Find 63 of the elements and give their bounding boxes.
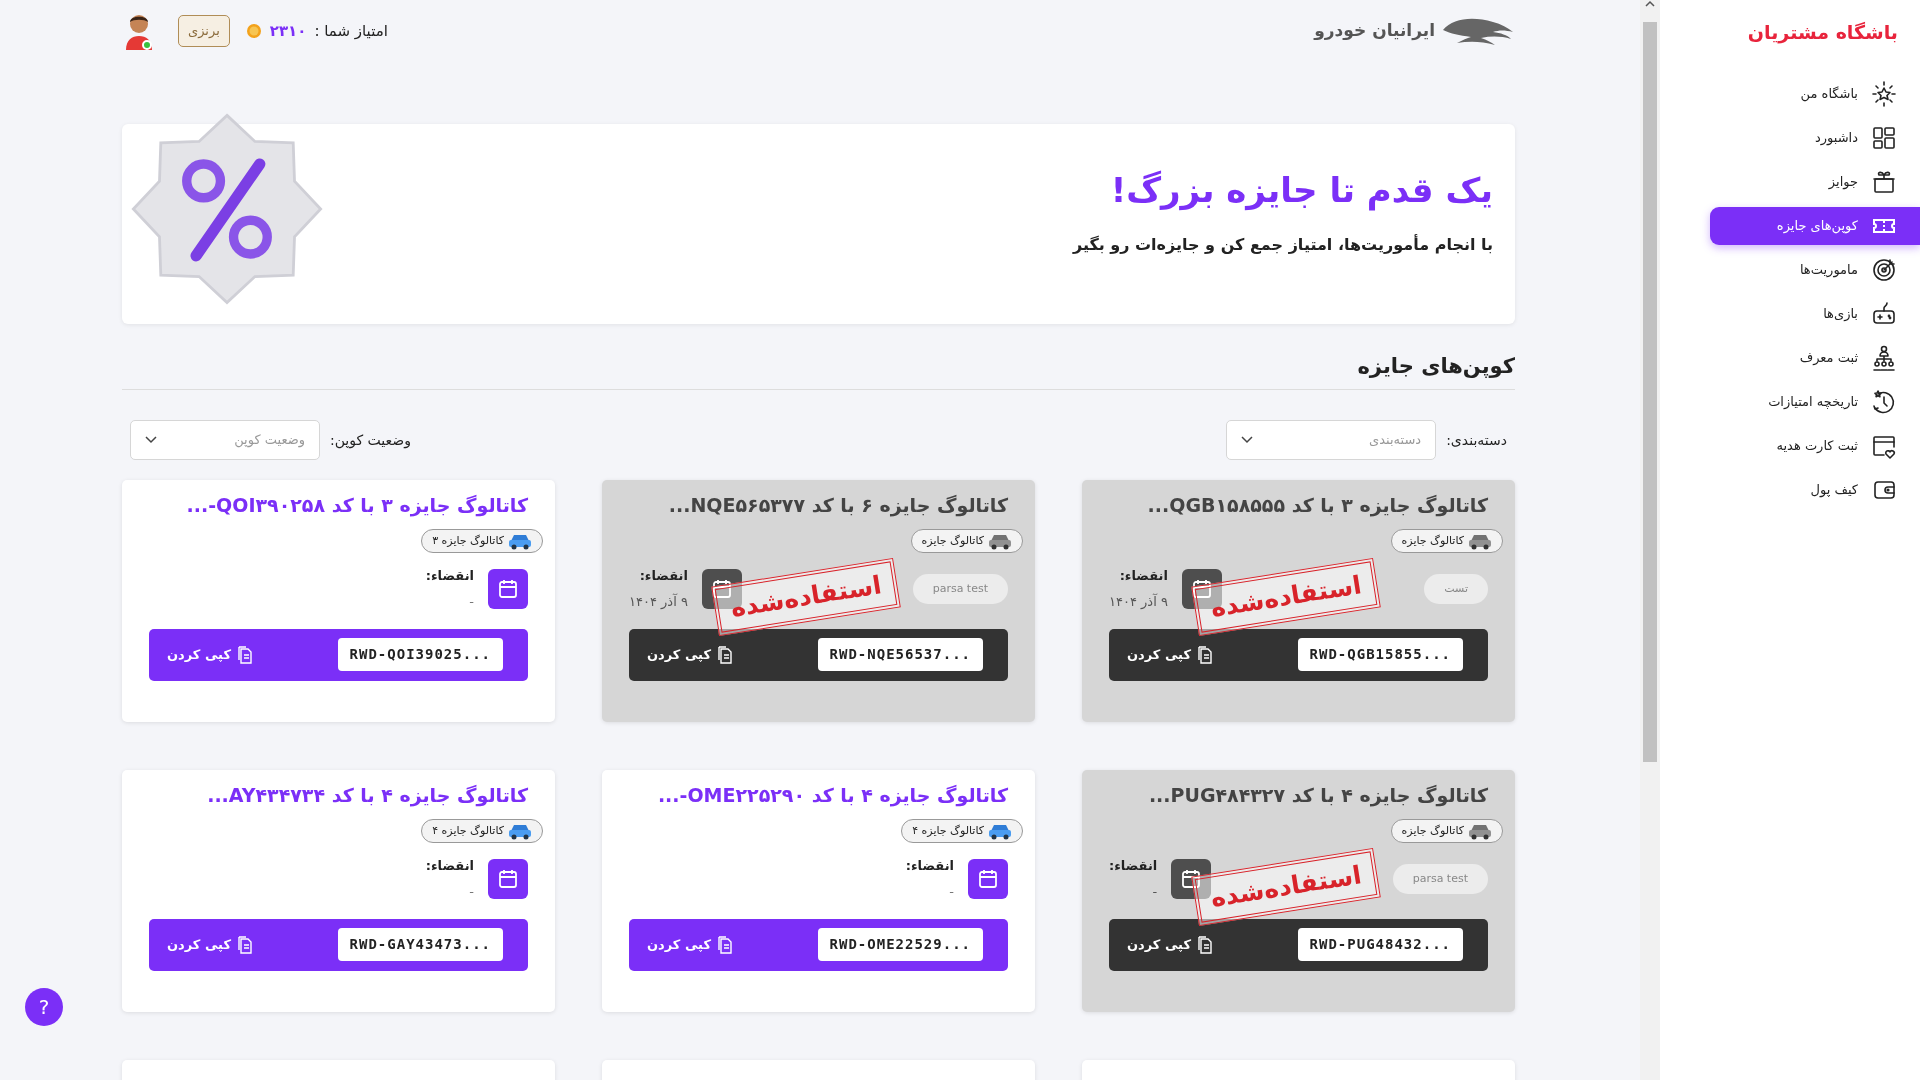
used-stamp: استفاده‌شده	[1191, 848, 1381, 926]
coupon-code: RWD-NQE56537...	[817, 638, 983, 672]
sidebar-item[interactable]: کیف پول	[1710, 470, 1920, 509]
sidebar-item[interactable]: بازی‌ها	[1710, 294, 1920, 333]
copy-button[interactable]: کپی کردن	[1123, 641, 1217, 669]
sidebar-item[interactable]: ثبت کارت هدیه	[1710, 426, 1920, 465]
used-stamp: استفاده‌شده	[1191, 558, 1381, 636]
expiry-label: انقضاء:	[1109, 857, 1158, 876]
level-badge: برنزی	[178, 15, 230, 47]
coupon-title: کاتالوگ جایزه ۳ با کد QGB۱۵۸۵۵۵...	[1146, 494, 1488, 517]
expiry-label: انقضاء:	[425, 857, 474, 876]
expiry-label: انقضاء:	[638, 567, 688, 586]
copy-button[interactable]: کپی کردن	[1123, 931, 1217, 959]
expiry-value: -	[468, 883, 474, 901]
coupon-title: کاتالوگ جایزه ۳ با کد QOI۳۹۰۲۵۸-...	[185, 494, 528, 517]
coupon-title: کاتالوگ جایزه ۴ با کد OME۲۲۵۲۹۰-...	[656, 784, 1008, 807]
sidebar-item[interactable]: باشگاه من	[1710, 74, 1920, 113]
copy-button[interactable]: کپی کردن	[643, 931, 737, 959]
score-value: ۲۳۱۰	[269, 20, 307, 42]
sidebar-item[interactable]: تاریخچه امتیازات	[1710, 382, 1920, 421]
copy-button[interactable]: کپی کردن	[163, 641, 257, 669]
filter-label: وضعیت کوپن:	[330, 430, 411, 451]
banner-subtitle: با انجام مأموریت‌ها، امتیاز جمع کن و جایزه‌ات رو بگیر	[1072, 233, 1493, 256]
copy-button[interactable]: کپی کردن	[643, 641, 737, 669]
coupon-title: کاتالوگ جایزه ۴ با کد AY۴۳۴۷۳۴...	[206, 784, 528, 807]
tag-label: parsa test	[912, 573, 1008, 605]
help-button[interactable]: ?	[25, 988, 63, 1026]
expiry-value: ۹ آذر ۱۴۰۴	[629, 592, 688, 611]
chip-label: کاتالوگ جایزه ۳	[432, 532, 504, 549]
chip-label: کاتالوگ جایزه	[1401, 532, 1464, 549]
section-title: کوپن‌های جایزه	[122, 354, 1515, 391]
expiry-label: انقضاء:	[1118, 567, 1168, 586]
sidebar-item[interactable]: کوپن‌های جایزه	[1710, 206, 1920, 245]
banner-title: یک قدم تا جایزه بزرگ!	[1109, 170, 1493, 211]
tag-label: parsa test	[1392, 863, 1488, 895]
coupon-code: RWD-OME22529...	[817, 928, 983, 962]
filter-label: دسته‌بندی:	[1446, 430, 1507, 450]
chip-label: کاتالوگ جایزه ۴	[912, 822, 984, 839]
expiry-value: -	[468, 593, 474, 611]
coupon-code: RWD-QGB15855...	[1297, 638, 1463, 672]
sidebar-item[interactable]: ماموریت‌ها	[1710, 250, 1920, 289]
expiry-value: -	[948, 883, 954, 901]
tag-label: تست	[1424, 573, 1488, 605]
chip-label: کاتالوگ جایزه	[1401, 822, 1464, 839]
expiry-label: انقضاء:	[905, 857, 954, 876]
coupon-code: RWD-QOI39025...	[337, 638, 503, 672]
sidebar-item[interactable]: داشبورد	[1710, 118, 1920, 157]
sidebar-item[interactable]: ثبت معرف	[1710, 338, 1920, 377]
expiry-value: -	[1151, 883, 1158, 901]
coupon-title: کاتالوگ جایزه ۴ با کد PUG۴۸۴۳۲۷...	[1147, 784, 1488, 807]
coupon-title: کاتالوگ جایزه ۶ با کد NQE۵۶۵۳۷۷...	[667, 494, 1008, 517]
coupon-code: RWD-PUG48432...	[1297, 928, 1463, 962]
coupon-code: RWD-GAY43473...	[337, 928, 503, 962]
expiry-label: انقضاء:	[425, 567, 474, 586]
sidebar-title: باشگاه مشتریان	[1746, 20, 1899, 46]
copy-button[interactable]: کپی کردن	[163, 931, 257, 959]
logo-text: ایرانیان خودرو	[1314, 19, 1435, 43]
score-label: امتیاز شما :	[314, 20, 388, 42]
chip-label: کاتالوگ جایزه ۴	[432, 822, 504, 839]
expiry-value: ۹ آذر ۱۴۰۴	[1109, 592, 1168, 611]
chip-label: کاتالوگ جایزه	[921, 532, 984, 549]
used-stamp: استفاده‌شده	[711, 558, 901, 636]
sidebar-item[interactable]: جوایز	[1710, 162, 1920, 201]
